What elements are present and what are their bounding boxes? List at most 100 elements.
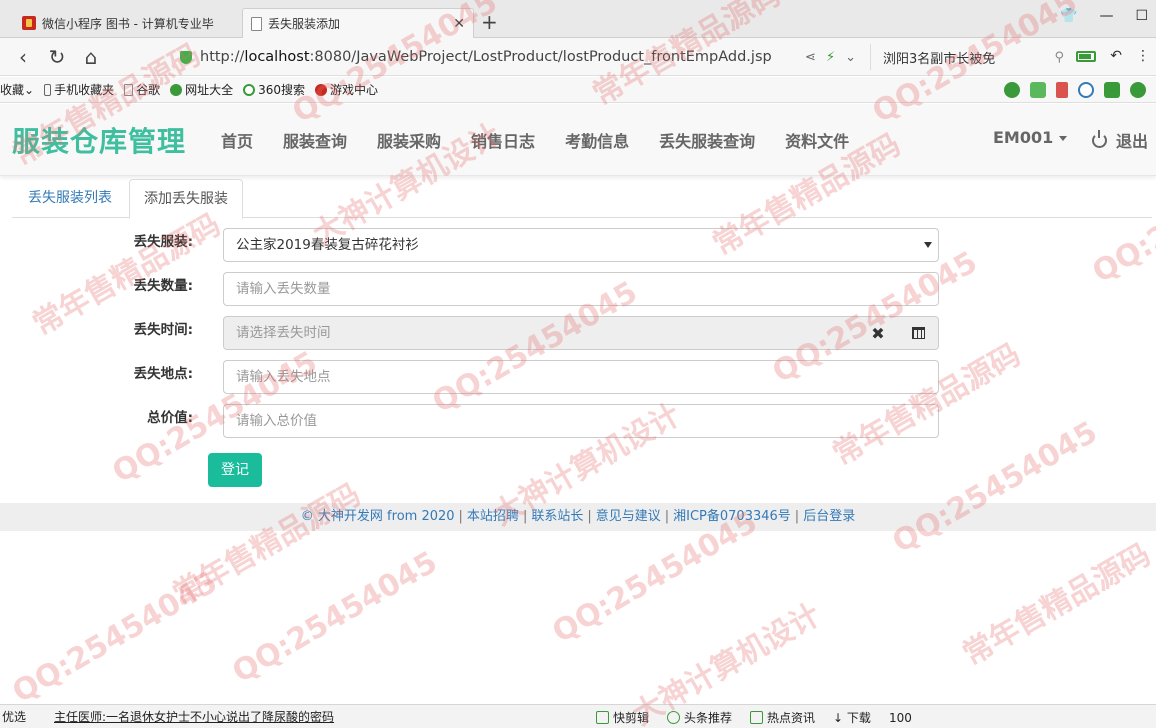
menu-item-documents[interactable]: 资料文件: [785, 128, 849, 152]
close-icon: ✖: [871, 323, 885, 343]
menu-item-lost-query[interactable]: 丢失服装查询: [659, 128, 755, 152]
bookmark-mobile[interactable]: 手机收藏夹: [44, 81, 114, 98]
form-row-place: 丢失地点: 请输入丢失地点: [0, 360, 1156, 394]
browser-navbar: ‹ ↻ ⌂ http://localhost:8080/JavaWebProje…: [0, 38, 1156, 76]
footer-link-jobs[interactable]: 本站招聘: [467, 509, 519, 524]
browser-tab-1[interactable]: 微信小程序 图书 - 计算机专业毕: [14, 8, 240, 38]
form-row-product: 丢失服装: 公主家2019春装复古碎花衬衫: [0, 228, 1156, 262]
menu-item-attendance[interactable]: 考勤信息: [565, 128, 629, 152]
back-icon[interactable]: ‹: [6, 45, 40, 69]
form-row-time: 丢失时间: 请选择丢失时间 ✖: [0, 316, 1156, 350]
form-row-value: 总价值: 请输入总价值: [0, 404, 1156, 438]
browser-tab-2[interactable]: 丢失服装添加 ✕: [242, 8, 474, 38]
calendar-icon: [911, 327, 925, 339]
scissors-icon[interactable]: [1056, 82, 1068, 98]
menu-item-purchase[interactable]: 服装采购: [377, 128, 441, 152]
value-label: 总价值:: [147, 410, 193, 426]
caret-down-icon: [1059, 136, 1068, 141]
watermark-text: QQ:25454045: [226, 544, 444, 691]
bookmark-games[interactable]: 游戏中心: [315, 81, 378, 98]
quantity-input[interactable]: 请输入丢失数量: [223, 272, 939, 306]
maximize-icon[interactable]: ☐: [1135, 8, 1148, 24]
tab-lost-list[interactable]: 丢失服装列表: [14, 179, 126, 219]
close-tab-icon[interactable]: ✕: [453, 16, 465, 32]
address-url[interactable]: http://localhost:8080/JavaWebProject/Los…: [200, 49, 805, 65]
time-label: 丢失时间:: [133, 322, 193, 338]
clear-date-button[interactable]: ✖: [858, 316, 899, 350]
statusbar-download[interactable]: ↓ 下载: [833, 709, 871, 726]
minimize-icon[interactable]: —: [1099, 8, 1113, 24]
bookmark-google[interactable]: 谷歌: [124, 81, 160, 98]
menu-item-product-query[interactable]: 服装查询: [283, 128, 347, 152]
place-input[interactable]: 请输入丢失地点: [223, 360, 939, 394]
watermark-text: 常年售精品源码: [957, 537, 1156, 673]
share-icon[interactable]: ⋖: [805, 50, 816, 65]
new-tab-icon[interactable]: +: [481, 10, 498, 34]
time-input[interactable]: 请选择丢失时间: [223, 316, 859, 350]
document-icon: [124, 83, 134, 96]
site-footer: © 大神开发网 from 2020 | 本站招聘 | 联系站长 | 意见与建议 | 湘ICP备0…: [0, 503, 1156, 531]
open-calendar-button[interactable]: [898, 316, 939, 350]
wechat-icon[interactable]: [1004, 82, 1020, 98]
main-menu: 首页 服装查询 服装采购 销售日志 考勤信息 丢失服装查询 资料文件: [206, 128, 864, 152]
yuan-icon[interactable]: [1130, 82, 1146, 98]
page-tabs: 丢失服装列表 添加丢失服装: [12, 177, 1152, 219]
footer-link-contact[interactable]: 联系站长: [531, 509, 583, 524]
site-header: 服装仓库管理 首页 服装查询 服装采购 销售日志 考勤信息 丢失服装查询 资料文…: [0, 104, 1156, 176]
quantity-label: 丢失数量:: [133, 278, 193, 294]
library-favicon-icon: [22, 16, 36, 30]
watermark-text: QQ:25454045: [6, 564, 224, 711]
footer-link-admin[interactable]: 后台登录: [803, 509, 855, 524]
more-icon[interactable]: ⋮: [1136, 48, 1150, 64]
directory-icon: [170, 83, 183, 96]
statusbar-quick-edit[interactable]: 快剪辑: [596, 709, 649, 726]
bookmark-directory[interactable]: 网址大全: [170, 81, 233, 98]
footer-link-icp[interactable]: 湘ICP备0703346号: [673, 509, 791, 524]
statusbar-preferred[interactable]: 优选: [0, 708, 26, 725]
screenshot-icon[interactable]: [1030, 82, 1046, 98]
undo-icon[interactable]: ↶: [1110, 48, 1122, 64]
menu-item-sales-log[interactable]: 销售日志: [471, 128, 535, 152]
bookmark-favorites[interactable]: 收藏 ⌄: [0, 81, 34, 98]
product-select[interactable]: 公主家2019春装复古碎花衬衫: [223, 228, 939, 262]
bookmarks-bar: 收藏 ⌄ 手机收藏夹 谷歌 网址大全 360搜索 游戏中心: [0, 77, 1156, 103]
footer-copyright[interactable]: © 大神开发网 from 2020: [301, 509, 455, 524]
download-icon: ↓: [833, 711, 847, 725]
play-icon: [667, 711, 681, 724]
bookmark-360[interactable]: 360搜索: [243, 81, 305, 98]
statusbar-headlines[interactable]: 头条推荐: [667, 709, 732, 726]
product-selected-value: 公主家2019春装复古碎花衬衫: [236, 237, 419, 253]
battery-icon: [1076, 50, 1097, 62]
watermark-text: 常年售精品源码: [827, 337, 1027, 473]
product-label: 丢失服装:: [133, 234, 193, 250]
home-icon[interactable]: ⌂: [74, 45, 108, 69]
page-favicon-icon: [251, 16, 262, 31]
statusbar-news[interactable]: 主任医师:一名退休女护士不小心说出了降尿酸的密码: [54, 708, 334, 725]
security-shield-icon: [180, 50, 192, 64]
user-dropdown[interactable]: EM001: [993, 128, 1068, 147]
lightning-icon[interactable]: ⚡: [826, 50, 835, 65]
news-headline[interactable]: 浏阳3名副市长被免: [883, 48, 995, 67]
select-arrow-icon: [924, 242, 932, 248]
brand-logo[interactable]: 服装仓库管理: [12, 120, 186, 160]
news-search-box[interactable]: 浏阳3名副市长被免 ⚲: [870, 44, 1070, 70]
menu-item-home[interactable]: 首页: [221, 128, 253, 152]
gamepad-icon[interactable]: [1104, 82, 1120, 98]
footer-link-feedback[interactable]: 意见与建议: [596, 509, 661, 524]
logout-button[interactable]: 退出: [1092, 128, 1148, 152]
skin-icon[interactable]: 👕: [1060, 8, 1077, 24]
search-icon[interactable]: ⚲: [1054, 50, 1064, 65]
value-input[interactable]: 请输入总价值: [223, 404, 939, 438]
place-label: 丢失地点:: [133, 366, 193, 382]
statusbar-hot-news[interactable]: 热点资讯: [750, 709, 815, 726]
magnifier-icon[interactable]: [1078, 82, 1094, 98]
submit-button[interactable]: 登记: [208, 453, 262, 487]
tab-add-lost[interactable]: 添加丢失服装: [129, 179, 243, 219]
address-bar[interactable]: http://localhost:8080/JavaWebProject/Los…: [172, 44, 862, 70]
video-edit-icon: [596, 711, 609, 724]
reload-icon[interactable]: ↻: [40, 45, 74, 69]
chevron-down-icon[interactable]: ⌄: [845, 50, 856, 65]
browser-tab-2-label: 丢失服装添加: [268, 17, 341, 31]
news-icon: [750, 711, 764, 724]
statusbar-zoom[interactable]: 100: [889, 711, 912, 725]
